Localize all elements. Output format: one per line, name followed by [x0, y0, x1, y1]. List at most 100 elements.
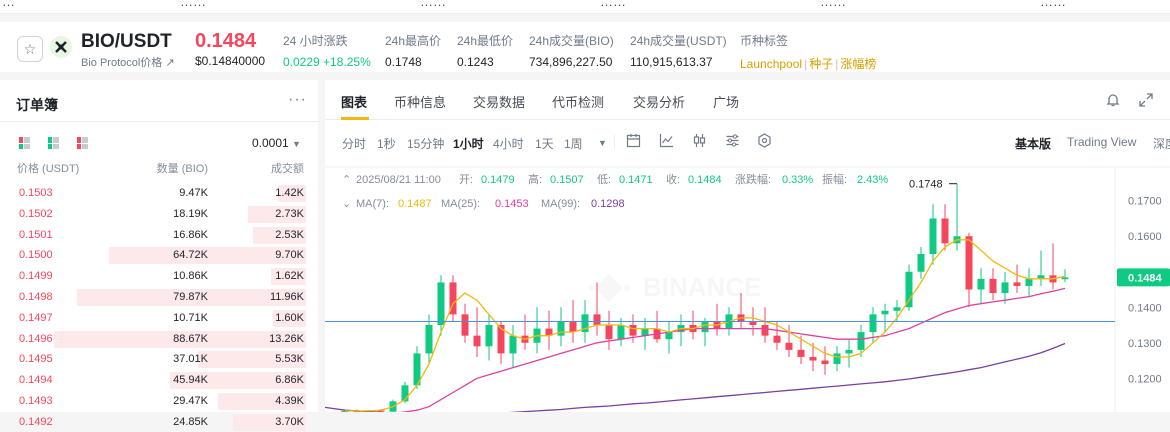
- interval-1w[interactable]: 1周: [564, 135, 583, 152]
- candle-body: [557, 321, 565, 336]
- ask-price: 0.1493: [19, 395, 53, 407]
- pair-name: Bio Protocol价格: [81, 57, 163, 69]
- candles-icon[interactable]: [692, 133, 707, 148]
- col-price-header: 价格 (USDT): [17, 163, 80, 175]
- ask-total: 1.42K: [275, 187, 304, 199]
- ma-collapse-icon[interactable]: ⌄: [342, 198, 351, 210]
- orderbook-mode-bids-icon[interactable]: [48, 137, 60, 149]
- settings-icon[interactable]: [757, 133, 772, 148]
- ticker-header: ☆ BIO/USDT Bio Protocol价格 ↗ 0.1484 $0.14…: [0, 22, 1170, 72]
- price-axis-tick: 0.1400: [1128, 302, 1162, 314]
- ma99-line: [325, 342, 1066, 412]
- precision-value: 0.0001: [252, 136, 289, 150]
- pair-symbol[interactable]: BIO/USDT: [81, 31, 172, 53]
- ohlc-date: 2025/08/21 11:00: [356, 174, 441, 186]
- tab-trading-data[interactable]: 交易数据: [473, 92, 525, 111]
- ohlc-change-label: 涨跌幅:: [735, 172, 771, 186]
- pair-name-link[interactable]: Bio Protocol价格 ↗: [81, 54, 175, 70]
- orderbook-ask-row[interactable]: 0.1499 10.86K 1.62K: [0, 266, 318, 286]
- orderbook-ask-row[interactable]: 0.1500 64.72K 9.70K: [0, 245, 318, 265]
- ohlc-amp-label: 振幅:: [822, 172, 847, 186]
- tag-gainers[interactable]: 涨幅榜: [840, 57, 876, 71]
- interval-15m[interactable]: 15分钟: [407, 135, 444, 152]
- price-axis-tick: 0.1300: [1128, 338, 1162, 350]
- orderbook-ask-row[interactable]: 0.1493 29.47K 4.39K: [0, 391, 318, 411]
- tag-seed[interactable]: 种子: [809, 57, 833, 71]
- interval-1h[interactable]: 1小时: [453, 135, 484, 152]
- ma25-value: 0.1453: [495, 198, 529, 210]
- indicators-icon[interactable]: [725, 133, 740, 148]
- ask-total: 6.86K: [275, 374, 304, 387]
- orderbook-ask-row[interactable]: 0.1498 79.87K 11.96K: [0, 287, 318, 307]
- candle-body: [605, 325, 613, 340]
- orderbook-title: 订单簿: [16, 97, 58, 113]
- price-axis-tick: 0.1200: [1128, 373, 1162, 385]
- ma99-value: 0.1298: [591, 198, 625, 210]
- orderbook-ask-row[interactable]: 0.1495 37.01K 5.53K: [0, 349, 318, 369]
- orderbook-mode-asks-icon[interactable]: [77, 137, 89, 149]
- price-axis: 0.1700 0.1600 0.1400 0.1300 0.1200 0.1484: [1117, 196, 1170, 385]
- orderbook-ask-row[interactable]: 0.1501 16.86K 2.53K: [0, 225, 318, 245]
- ohlc-high: 0.1507: [550, 174, 584, 186]
- ask-qty: 29.47K: [173, 395, 208, 407]
- interval-4h[interactable]: 4小时: [493, 135, 524, 152]
- orderbook-ask-row[interactable]: 0.1503 9.47K 1.42K: [0, 183, 318, 203]
- bell-icon[interactable]: [1105, 92, 1121, 108]
- view-basic[interactable]: 基本版: [1015, 135, 1051, 152]
- col-qty-header: 数量 (BIO): [156, 163, 208, 175]
- orderbook-ask-row[interactable]: 0.1494 45.94K 6.86K: [0, 370, 318, 390]
- tab-chart[interactable]: 图表: [341, 92, 367, 111]
- candle-body: [785, 342, 793, 350]
- ohlc-collapse-icon[interactable]: ⌃: [342, 174, 351, 186]
- candle-body: [1025, 278, 1033, 286]
- top-nav-text-5: ……: [820, 0, 846, 9]
- top-nav-text-6: ……: [1040, 0, 1066, 9]
- orderbook-ask-row[interactable]: 0.1496 88.67K 13.26K: [0, 329, 318, 349]
- ask-price: 0.1497: [19, 311, 53, 324]
- ask-qty: 64.72K: [173, 249, 208, 262]
- orderbook-ask-row[interactable]: 0.1497 10.71K 1.60K: [0, 308, 318, 328]
- tab-token-check[interactable]: 代币检测: [552, 92, 604, 111]
- tab-coin-info[interactable]: 币种信息: [394, 92, 446, 111]
- stat-label: 24h最高价: [385, 34, 442, 48]
- interval-line[interactable]: 分时: [342, 135, 366, 152]
- watermark-text: BINANCE: [643, 272, 761, 302]
- ask-price: 0.1495: [19, 353, 53, 366]
- ask-total: 4.39K: [275, 395, 304, 407]
- ask-qty: 88.67K: [173, 332, 208, 345]
- calendar-icon[interactable]: [626, 133, 641, 148]
- precision-select[interactable]: 0.0001 ▼: [252, 136, 301, 150]
- tag-launchpool[interactable]: Launchpool: [740, 57, 802, 71]
- tab-square[interactable]: 广场: [713, 92, 739, 111]
- interval-1d[interactable]: 1天: [535, 135, 554, 152]
- stat-label: 24h成交量(BIO): [529, 34, 614, 48]
- view-depth[interactable]: 深度: [1153, 135, 1170, 152]
- favorite-star-icon[interactable]: ☆: [17, 36, 43, 62]
- orderbook-panel: 订单簿 ··· 0.0001 ▼ 价格 (USDT) 数量 (BIO) 成交额 …: [0, 80, 318, 431]
- last-price-usd: $0.14840000: [195, 54, 266, 68]
- ask-price: 0.1496: [19, 332, 53, 345]
- expand-icon[interactable]: [1138, 92, 1154, 108]
- ask-price: 0.1502: [19, 207, 53, 220]
- tab-trade-analysis[interactable]: 交易分析: [633, 92, 685, 111]
- candle-body: [1001, 282, 1009, 294]
- more-dots-icon[interactable]: ···: [288, 91, 307, 109]
- candle-body: [473, 335, 481, 347]
- line-chart-icon[interactable]: [659, 133, 674, 148]
- candle-body: [821, 360, 829, 365]
- orderbook-ask-row[interactable]: 0.1502 18.19K 2.73K: [0, 204, 318, 224]
- candle-body: [797, 349, 805, 357]
- candlestick-chart[interactable]: BINANCE ⌃ 2025/08/21 11:00 开: 0.1479 高: …: [325, 162, 1170, 412]
- interval-more-caret-icon[interactable]: ▼: [598, 138, 607, 148]
- ask-price: 0.1498: [19, 291, 53, 303]
- caret-down-icon: ▼: [292, 139, 301, 149]
- price-axis-tick: 0.1700: [1128, 196, 1162, 208]
- ask-price: 0.1492: [19, 415, 53, 428]
- candle-body: [845, 349, 853, 354]
- orderbook-mode-both-icon[interactable]: [19, 137, 31, 149]
- orderbook-ask-row[interactable]: 0.1492 24.85K 3.70K: [0, 412, 318, 432]
- external-link-icon: ↗: [165, 57, 175, 69]
- candle-body: [977, 278, 985, 290]
- interval-1s[interactable]: 1秒: [377, 135, 396, 152]
- view-tradingview[interactable]: Trading View: [1067, 135, 1136, 149]
